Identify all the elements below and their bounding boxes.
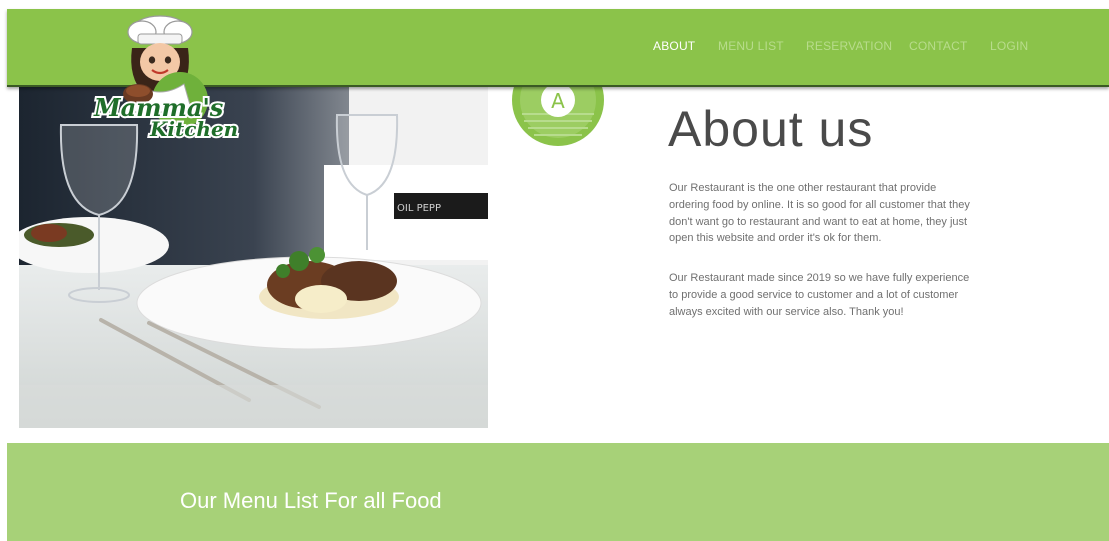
brand-logo[interactable]: Mamma's Kitchen	[88, 8, 258, 142]
about-paragraph-1: Our Restaurant is the one other restaura…	[669, 182, 970, 245]
badge-letter: A	[551, 89, 565, 113]
chef-hat-icon	[127, 15, 193, 45]
menu-list-heading: Our Menu List For all Food	[180, 488, 442, 513]
about-title: About us	[668, 101, 874, 157]
nav-item-reservation[interactable]: RESERVATION	[806, 39, 892, 53]
nav-item-login[interactable]: LOGIN	[990, 39, 1028, 53]
menu-list-section	[7, 443, 1109, 541]
photo-bottle-label: OIL PEPP	[397, 203, 441, 214]
nav-item-contact[interactable]: CONTACT	[909, 39, 968, 53]
logo-text-kitchen: Kitchen	[149, 117, 238, 141]
about-paragraph-2: Our Restaurant made since 2019 so we hav…	[669, 272, 970, 318]
nav-item-about[interactable]: ABOUT	[653, 39, 695, 53]
nav-item-menu-list[interactable]: MENU LIST	[718, 39, 784, 53]
